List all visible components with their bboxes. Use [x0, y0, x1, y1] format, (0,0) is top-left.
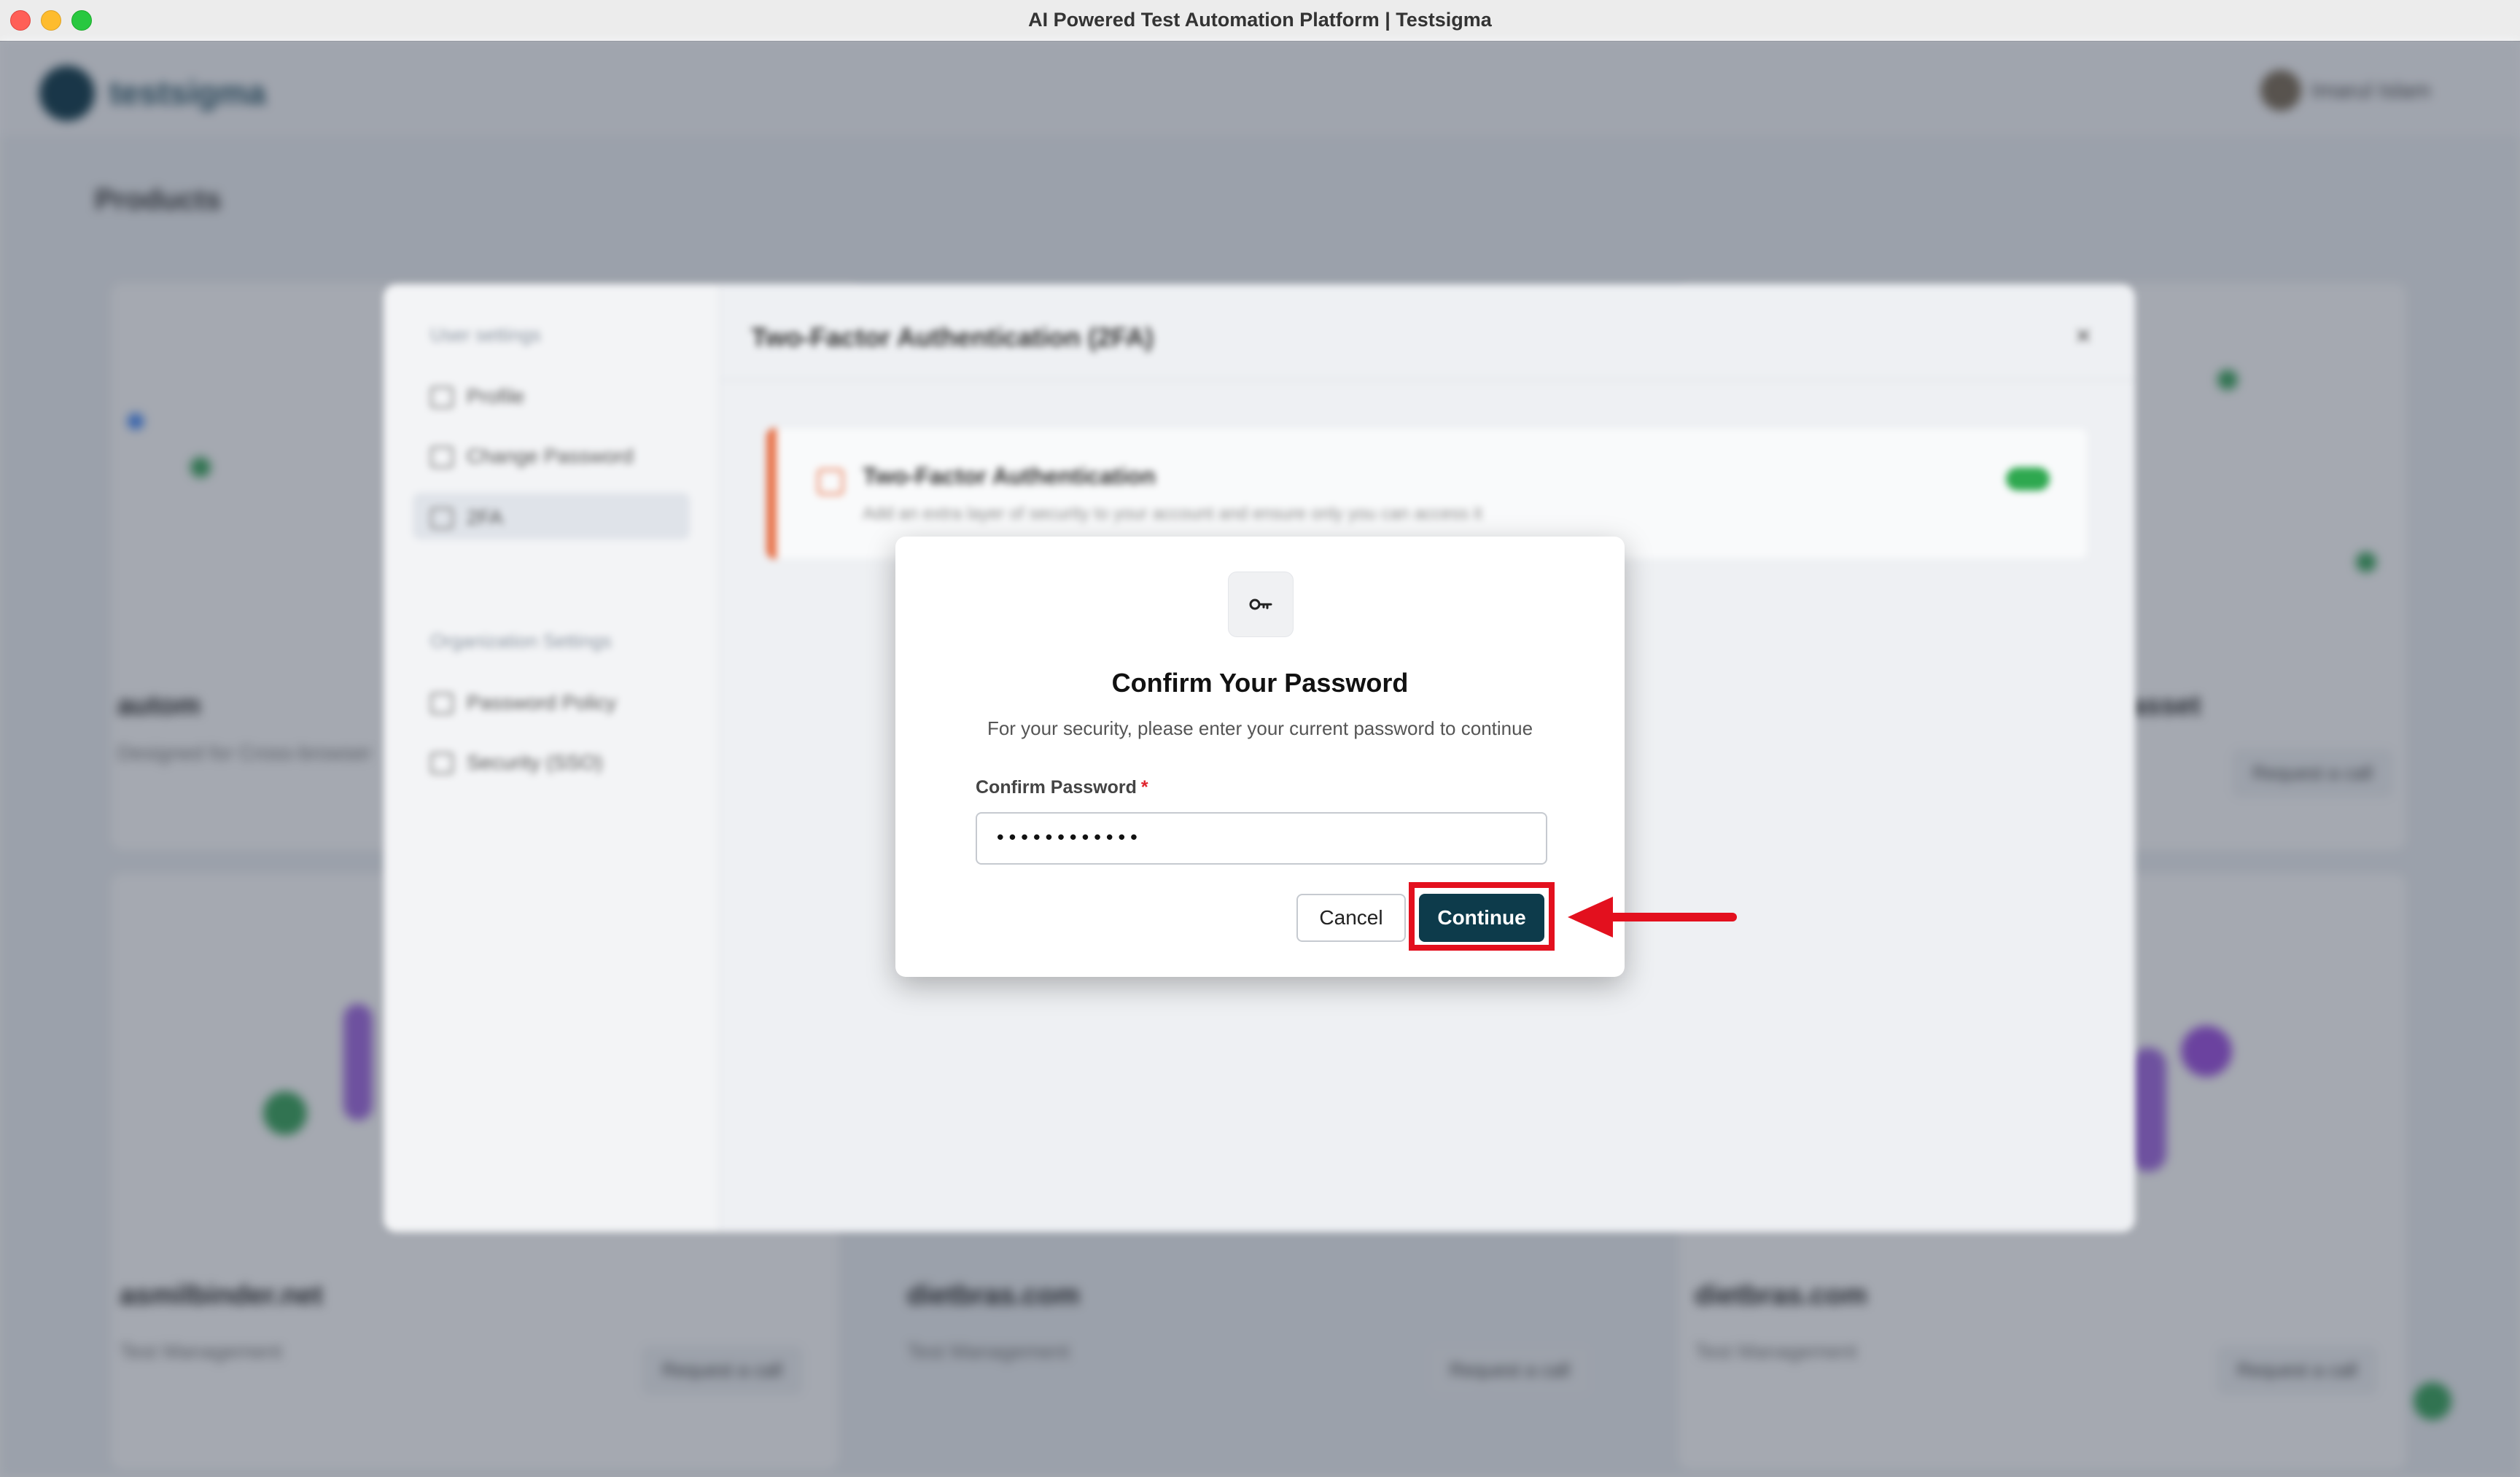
- organization-settings-heading: Organization Settings: [430, 630, 612, 652]
- sidebar-item-2fa[interactable]: 2FA: [413, 493, 690, 539]
- password-field[interactable]: [976, 812, 1547, 865]
- key-icon: [430, 446, 454, 468]
- sidebar-item-label: Security (SSO): [467, 751, 603, 773]
- settings-sidebar: User settings Profile Change Password 2F…: [384, 284, 720, 1232]
- policy-icon: [430, 693, 454, 714]
- settings-title: Two-Factor Authentication (2FA): [751, 322, 1154, 352]
- key-icon: [1228, 572, 1294, 637]
- sidebar-item-security-sso[interactable]: Security (SSO): [413, 738, 690, 784]
- sidebar-item-change-password[interactable]: Change Password: [413, 432, 690, 478]
- tfa-card-description: Add an extra layer of security to your a…: [863, 504, 1482, 523]
- modal-description: For your security, please enter your cur…: [987, 717, 1533, 739]
- window-titlebar: AI Powered Test Automation Platform | Te…: [0, 0, 2520, 42]
- sidebar-item-label: 2FA: [467, 506, 503, 529]
- field-label-text: Confirm Password: [976, 777, 1137, 798]
- lock-icon: [817, 469, 844, 495]
- tfa-card-title: Two-Factor Authentication: [863, 463, 1156, 489]
- modal-title: Confirm Your Password: [1111, 668, 1409, 698]
- sidebar-item-label: Change Password: [467, 445, 634, 467]
- close-icon[interactable]: ×: [2075, 321, 2091, 352]
- password-input[interactable]: [977, 814, 1546, 863]
- highlight-box: [1409, 882, 1555, 951]
- cancel-button[interactable]: Cancel: [1296, 894, 1406, 942]
- user-settings-heading: User settings: [430, 324, 541, 346]
- tfa-toggle[interactable]: [2006, 467, 2050, 491]
- tfa-accent-bar: [766, 428, 777, 559]
- required-marker: *: [1140, 777, 1148, 798]
- pointer-arrow-icon: [1568, 897, 1737, 938]
- sidebar-item-label: Profile: [467, 385, 525, 408]
- window-title: AI Powered Test Automation Platform | Te…: [1028, 9, 1492, 31]
- sidebar-item-password-policy[interactable]: Password Policy: [413, 678, 690, 725]
- sidebar-item-label: Password Policy: [467, 691, 617, 714]
- sidebar-item-profile[interactable]: Profile: [413, 372, 690, 418]
- cloud-icon: [430, 752, 454, 774]
- shield-icon: [430, 507, 454, 529]
- confirm-password-label: Confirm Password *: [976, 777, 1148, 798]
- profile-icon: [430, 386, 454, 408]
- divider: [719, 379, 2135, 381]
